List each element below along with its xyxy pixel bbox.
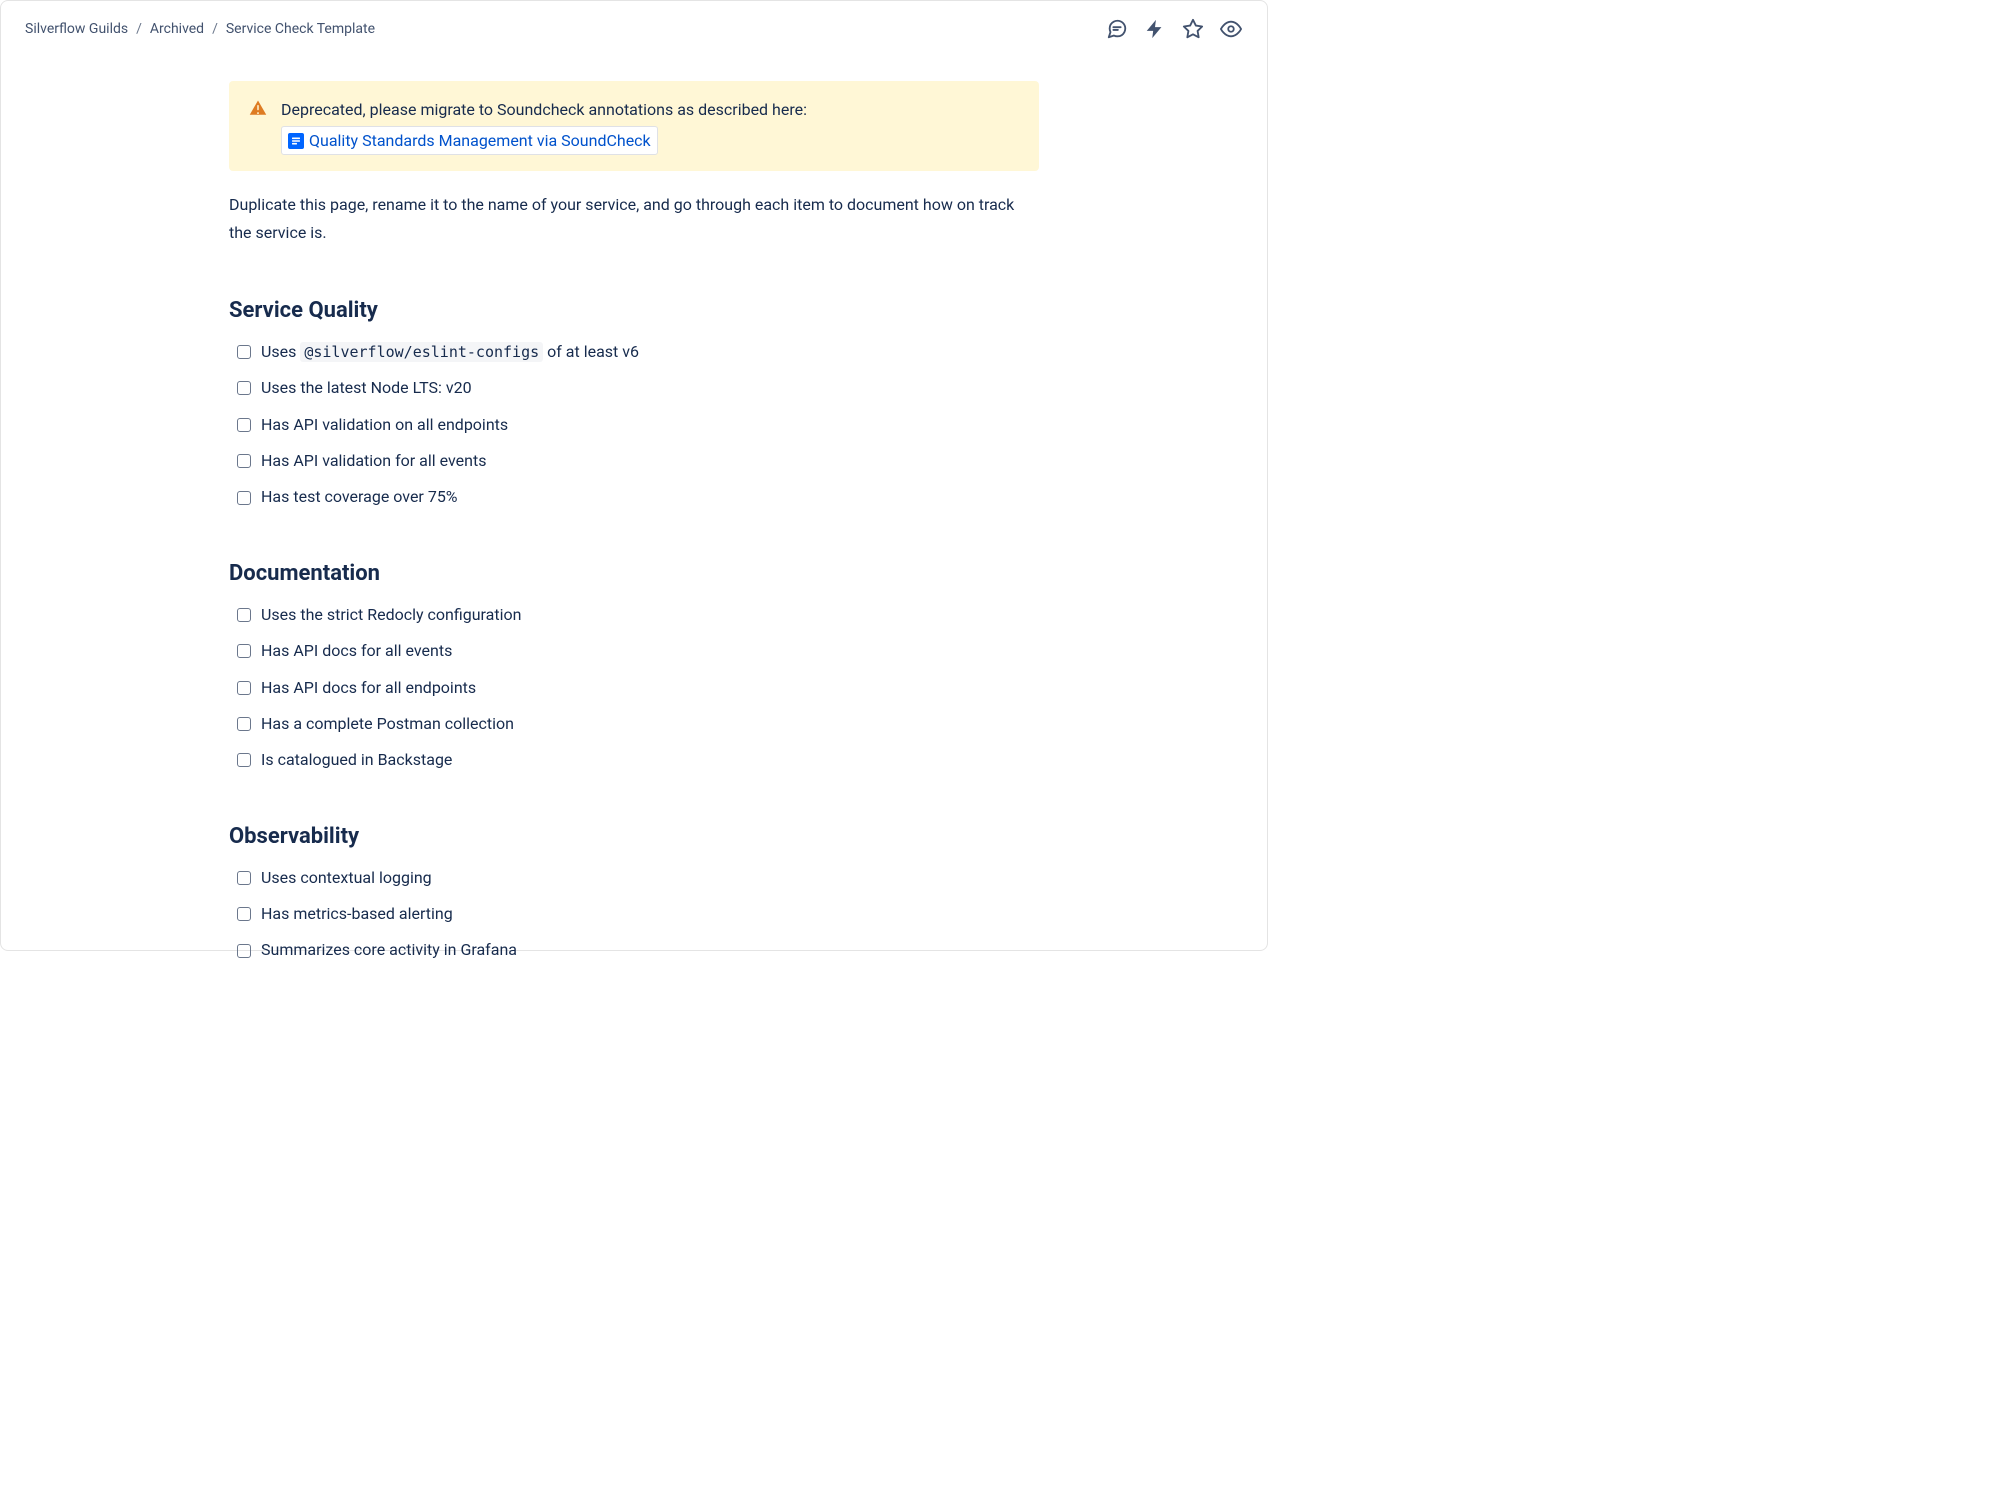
breadcrumb-archived[interactable]: Archived bbox=[150, 21, 204, 37]
item-text: Is catalogued in Backstage bbox=[261, 749, 452, 771]
checkbox[interactable] bbox=[237, 345, 251, 359]
item-text: Uses the strict Redocly configuration bbox=[261, 604, 521, 626]
list-item: Has API validation on all endpoints bbox=[237, 414, 1039, 436]
item-text: Has API validation on all endpoints bbox=[261, 414, 508, 436]
heading-observability: Observability bbox=[229, 824, 1039, 849]
comment-icon[interactable] bbox=[1105, 17, 1129, 41]
breadcrumb-root[interactable]: Silverflow Guilds bbox=[25, 21, 128, 37]
checkbox[interactable] bbox=[237, 681, 251, 695]
list-item: Uses the strict Redocly configuration bbox=[237, 604, 1039, 626]
list-item: Summarizes core activity in Grafana bbox=[237, 939, 1039, 961]
star-icon[interactable] bbox=[1181, 17, 1205, 41]
item-text: Uses contextual logging bbox=[261, 867, 432, 889]
list-item: Has a complete Postman collection bbox=[237, 713, 1039, 735]
checkbox[interactable] bbox=[237, 907, 251, 921]
item-text: Has test coverage over 75% bbox=[261, 486, 458, 508]
list-item: Uses the latest Node LTS: v20 bbox=[237, 377, 1039, 399]
item-text: Has API docs for all events bbox=[261, 640, 452, 662]
lightning-icon[interactable] bbox=[1143, 17, 1167, 41]
checkbox[interactable] bbox=[237, 717, 251, 731]
checkbox[interactable] bbox=[237, 871, 251, 885]
list-item: Has test coverage over 75% bbox=[237, 486, 1039, 508]
banner-text: Deprecated, please migrate to Soundcheck… bbox=[281, 97, 1019, 155]
item-text: Uses @silverflow/eslint-configs of at le… bbox=[261, 341, 639, 363]
page-frame: Silverflow Guilds / Archived / Service C… bbox=[0, 0, 1268, 951]
item-text: Has API validation for all events bbox=[261, 450, 486, 472]
item-text: Has API docs for all endpoints bbox=[261, 677, 476, 699]
doc-link-chip[interactable]: Quality Standards Management via SoundCh… bbox=[281, 126, 658, 156]
document-icon bbox=[288, 133, 304, 149]
checkbox[interactable] bbox=[237, 381, 251, 395]
list-item: Has API docs for all endpoints bbox=[237, 677, 1039, 699]
inline-code: @silverflow/eslint-configs bbox=[300, 342, 543, 362]
checkbox[interactable] bbox=[237, 454, 251, 468]
banner-message: Deprecated, please migrate to Soundcheck… bbox=[281, 100, 807, 119]
warning-icon bbox=[249, 99, 267, 125]
checklist-documentation: Uses the strict Redocly configuration Ha… bbox=[229, 604, 1039, 772]
list-item: Has API docs for all events bbox=[237, 640, 1039, 662]
item-text: Has metrics-based alerting bbox=[261, 903, 453, 925]
breadcrumb-page[interactable]: Service Check Template bbox=[226, 21, 375, 37]
item-text: Summarizes core activity in Grafana bbox=[261, 939, 517, 961]
checkbox[interactable] bbox=[237, 418, 251, 432]
list-item: Has API validation for all events bbox=[237, 450, 1039, 472]
breadcrumb-separator: / bbox=[212, 21, 218, 37]
checkbox[interactable] bbox=[237, 944, 251, 958]
list-item: Uses @silverflow/eslint-configs of at le… bbox=[237, 341, 1039, 363]
page-actions bbox=[1105, 17, 1243, 41]
checkbox[interactable] bbox=[237, 644, 251, 658]
topbar: Silverflow Guilds / Archived / Service C… bbox=[1, 1, 1267, 41]
list-item: Uses contextual logging bbox=[237, 867, 1039, 889]
heading-service-quality: Service Quality bbox=[229, 298, 1039, 323]
item-text: Has a complete Postman collection bbox=[261, 713, 514, 735]
intro-paragraph: Duplicate this page, rename it to the na… bbox=[229, 191, 1039, 245]
item-text: Uses the latest Node LTS: v20 bbox=[261, 377, 472, 399]
watch-icon[interactable] bbox=[1219, 17, 1243, 41]
main-content: Deprecated, please migrate to Soundcheck… bbox=[219, 81, 1049, 962]
chip-label: Quality Standards Management via SoundCh… bbox=[309, 128, 651, 154]
checkbox[interactable] bbox=[237, 608, 251, 622]
checklist-service-quality: Uses @silverflow/eslint-configs of at le… bbox=[229, 341, 1039, 509]
checkbox[interactable] bbox=[237, 753, 251, 767]
list-item: Has metrics-based alerting bbox=[237, 903, 1039, 925]
checklist-observability: Uses contextual logging Has metrics-base… bbox=[229, 867, 1039, 962]
breadcrumb-separator: / bbox=[136, 21, 142, 37]
checkbox[interactable] bbox=[237, 491, 251, 505]
breadcrumb: Silverflow Guilds / Archived / Service C… bbox=[25, 21, 375, 37]
list-item: Is catalogued in Backstage bbox=[237, 749, 1039, 771]
deprecation-banner: Deprecated, please migrate to Soundcheck… bbox=[229, 81, 1039, 171]
heading-documentation: Documentation bbox=[229, 561, 1039, 586]
